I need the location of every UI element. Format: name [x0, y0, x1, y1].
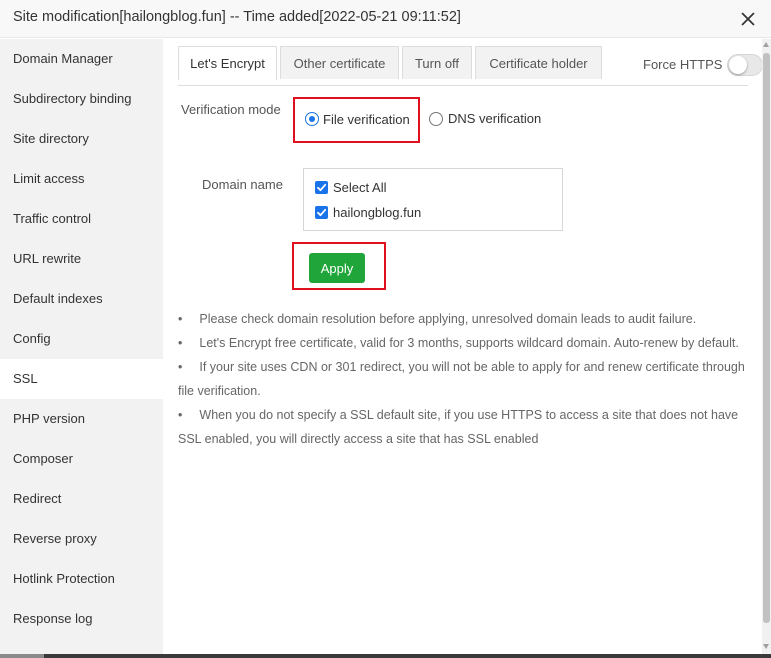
sidebar-item-composer[interactable]: Composer: [0, 439, 163, 479]
domain-name-label: Domain name: [202, 177, 283, 192]
sidebar-item-subdirectory-binding[interactable]: Subdirectory binding: [0, 79, 163, 119]
apply-button[interactable]: Apply: [309, 253, 365, 283]
sidebar-item-config[interactable]: Config: [0, 319, 163, 359]
scroll-up-arrow-icon[interactable]: [763, 42, 769, 47]
dns-verification-label[interactable]: DNS verification: [448, 111, 541, 126]
checkbox-checked-icon[interactable]: [315, 206, 328, 219]
sidebar-item-site-directory[interactable]: Site directory: [0, 119, 163, 159]
domain-hailongblog-label[interactable]: hailongblog.fun: [333, 205, 421, 220]
vertical-scrollbar[interactable]: [762, 39, 771, 658]
tip-item: • Please check domain resolution before a…: [178, 307, 748, 331]
checkbox-checked-icon[interactable]: [315, 181, 328, 194]
tip-bullet: •: [178, 336, 183, 350]
dialog-titlebar: Site modification[hailongblog.fun] -- Ti…: [0, 0, 771, 38]
sidebar-item-limit-access[interactable]: Limit access: [0, 159, 163, 199]
sidebar-item-default-indexes[interactable]: Default indexes: [0, 279, 163, 319]
ssl-panel: Let's Encrypt Other certificate Turn off…: [163, 39, 763, 658]
sidebar-item-php-version[interactable]: PHP version: [0, 399, 163, 439]
sidebar-item-url-rewrite[interactable]: URL rewrite: [0, 239, 163, 279]
sidebar: Domain Manager Subdirectory binding Site…: [0, 39, 163, 658]
sidebar-item-redirect[interactable]: Redirect: [0, 479, 163, 519]
sidebar-item-hotlink-protection[interactable]: Hotlink Protection: [0, 559, 163, 599]
tip-bullet: •: [178, 408, 183, 422]
sidebar-item-ssl[interactable]: SSL: [0, 359, 163, 399]
toggle-knob: [729, 56, 747, 74]
dns-verification-radio[interactable]: [429, 112, 443, 126]
tip-text: When you do not specify a SSL default si…: [178, 408, 739, 446]
file-verification-highlight: File verification: [293, 97, 420, 143]
bottom-strip: [0, 654, 771, 658]
sidebar-item-traffic-control[interactable]: Traffic control: [0, 199, 163, 239]
tip-text: Let's Encrypt free certificate, valid fo…: [199, 336, 739, 350]
tab-other-certificate[interactable]: Other certificate: [280, 46, 399, 79]
apply-highlight: Apply: [292, 242, 386, 290]
file-verification-radio[interactable]: [305, 112, 319, 126]
sidebar-item-domain-manager[interactable]: Domain Manager: [0, 39, 163, 79]
tab-turn-off[interactable]: Turn off: [402, 46, 472, 79]
tab-lets-encrypt[interactable]: Let's Encrypt: [178, 46, 277, 80]
sidebar-item-response-log[interactable]: Response log: [0, 599, 163, 639]
ssl-tab-bar: Let's Encrypt Other certificate Turn off…: [178, 46, 763, 86]
tab-certificate-holder[interactable]: Certificate holder: [475, 46, 602, 79]
tip-text: Please check domain resolution before ap…: [199, 312, 697, 326]
sidebar-item-reverse-proxy[interactable]: Reverse proxy: [0, 519, 163, 559]
tip-item: • Let's Encrypt free certificate, valid f…: [178, 331, 748, 355]
tip-bullet: •: [178, 360, 183, 374]
force-https-toggle[interactable]: [727, 54, 763, 76]
scroll-down-arrow-icon[interactable]: [763, 644, 769, 649]
file-verification-label[interactable]: File verification: [323, 112, 410, 127]
bottom-strip-segment: [0, 654, 44, 658]
tip-bullet: •: [178, 312, 183, 326]
close-icon[interactable]: [738, 9, 758, 29]
ssl-tips-list: • Please check domain resolution before a…: [178, 307, 748, 451]
tip-item: • When you do not specify a SSL default s…: [178, 403, 748, 451]
site-modification-dialog: Site modification[hailongblog.fun] -- Ti…: [0, 0, 771, 658]
tip-text: If your site uses CDN or 301 redirect, y…: [178, 360, 745, 398]
force-https-label: Force HTTPS: [643, 57, 723, 72]
verification-mode-label: Verification mode: [181, 102, 281, 117]
tip-item: • If your site uses CDN or 301 redirect, …: [178, 355, 748, 403]
select-all-label[interactable]: Select All: [333, 180, 386, 195]
domain-list: Select All hailongblog.fun: [303, 168, 563, 231]
scroll-thumb[interactable]: [763, 53, 770, 623]
dialog-title: Site modification[hailongblog.fun] -- Ti…: [13, 9, 461, 25]
